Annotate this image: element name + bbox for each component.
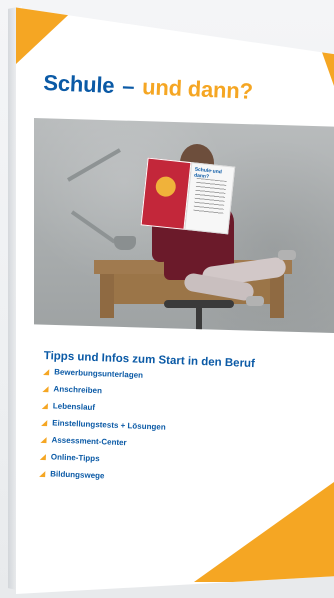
title-part-2: und dann? — [141, 74, 254, 104]
list-item-label: Einstellungstests + Lösungen — [52, 418, 166, 432]
title-part-1: Schule — [42, 70, 115, 98]
list-item: Einstellungstests + Lösungen — [41, 418, 311, 437]
cover-title: Schule – und dann? — [43, 70, 314, 107]
chair-stem — [196, 308, 202, 332]
tips-section: Tipps und Infos zum Start in den Beruf B… — [39, 350, 314, 497]
list-item-label: Lebenslauf — [52, 401, 96, 412]
list-item-label: Bewerbungsunterlagen — [53, 367, 144, 380]
list-item: Bildungswege — [39, 469, 309, 488]
orange-bullet-icon — [39, 453, 47, 461]
orange-bullet-icon — [43, 368, 50, 376]
brochure-cover: Schule – und dann? Schule·und dann? Tipp… — [16, 7, 334, 594]
orange-bullet-icon — [41, 402, 48, 410]
magazine-back-cover — [140, 157, 192, 230]
cover-photo: Schule·und dann? — [34, 118, 334, 333]
desk-lamp-head — [114, 236, 136, 250]
list-item: Assessment-Center — [40, 435, 310, 454]
list-item: Anschreiben — [42, 384, 312, 403]
list-item-label: Anschreiben — [53, 384, 103, 396]
orange-corner-top-left — [16, 7, 80, 64]
magazine-text-lines — [193, 177, 227, 215]
desk-leg-left — [100, 274, 114, 318]
magazine-page: Schule·und dann? — [184, 162, 236, 235]
list-item-label: Assessment-Center — [51, 435, 127, 448]
tips-list: Bewerbungsunterlagen Anschreiben Lebensl… — [39, 367, 313, 488]
orange-bullet-icon — [40, 436, 47, 444]
list-item: Lebenslauf — [41, 401, 312, 420]
desk-leg-right — [270, 274, 284, 318]
held-magazine: Schule·und dann? — [140, 157, 236, 235]
list-item-label: Online-Tipps — [50, 452, 100, 464]
orange-bullet-icon — [39, 470, 46, 478]
orange-bullet-icon — [41, 419, 48, 427]
orange-corner-top-right — [312, 24, 334, 86]
orange-bullet-icon — [42, 385, 49, 393]
list-item: Online-Tipps — [39, 452, 310, 471]
shoe — [278, 250, 296, 260]
chair-seat — [164, 300, 234, 308]
page-background: Schule – und dann? Schule·und dann? Tipp… — [0, 0, 334, 598]
title-dash: – — [121, 73, 135, 99]
list-item-label: Bildungswege — [50, 469, 105, 481]
shoe — [246, 296, 264, 306]
orange-corner-bottom-right — [194, 482, 334, 582]
